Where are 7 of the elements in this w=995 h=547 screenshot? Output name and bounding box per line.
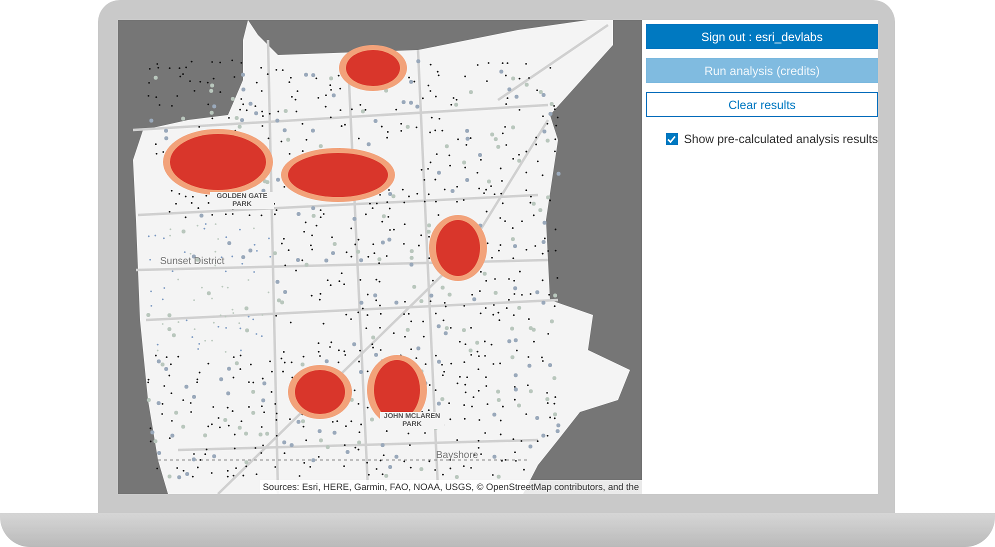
map-label: Bayshore [436,450,478,461]
map-label: Sunset District [160,256,224,267]
map-attribution: Sources: Esri, HERE, Garmin, FAO, NOAA, USGS, © OpenStreetMap contributors, and the [260,480,642,494]
action-button[interactable]: Sign out : esri_devlabs [646,24,878,49]
checkbox[interactable] [666,133,678,145]
checkbox-label: Show pre-calculated analysis results [684,132,878,146]
action-button[interactable]: Clear results [646,92,878,117]
